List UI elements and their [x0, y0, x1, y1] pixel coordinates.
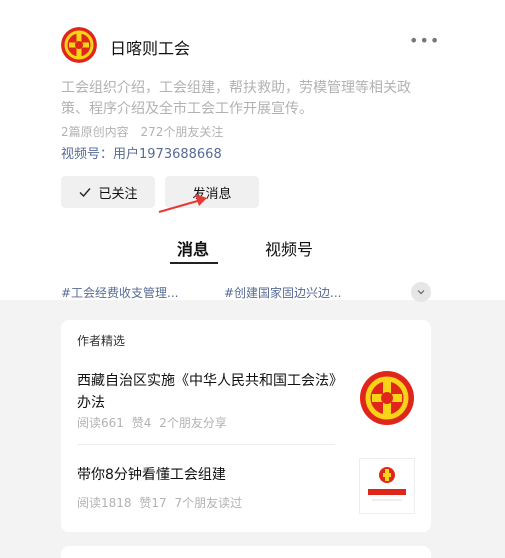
- followed-button[interactable]: 已关注: [61, 176, 155, 208]
- account-stats: 2篇原创内容 272个朋友关注: [61, 123, 223, 140]
- article-thumbnail: [359, 458, 415, 514]
- followed-label: 已关注: [98, 186, 138, 202]
- hashtag-item[interactable]: #创建国家固边兴边...: [224, 284, 342, 301]
- tab-messages[interactable]: 消息: [177, 236, 209, 260]
- article-title: 西藏自治区实施《中华人民共和国工会法》办法: [77, 373, 343, 411]
- hashtag-row: #工会经费收支管理... #创建国家固边兴边...: [61, 282, 431, 304]
- read-count: 阅读661: [77, 416, 124, 430]
- article-item[interactable]: 西藏自治区实施《中华人民共和国工会法》办法 阅读661 赞4 2个朋友分享: [77, 370, 417, 444]
- original-count: 2篇原创内容: [61, 125, 129, 139]
- friends-follow-count: 272个朋友关注: [140, 125, 224, 139]
- article-divider: [77, 444, 335, 445]
- union-logo-avatar[interactable]: [61, 27, 97, 63]
- hashtag-item[interactable]: #工会经费收支管理...: [61, 284, 179, 301]
- article-meta: 阅读661 赞4 2个朋友分享: [77, 414, 227, 431]
- featured-articles-card: 作者精选 西藏自治区实施《中华人民共和国工会法》办法 阅读661 赞4 2个朋友…: [61, 320, 431, 532]
- more-options-icon[interactable]: •••: [409, 31, 439, 55]
- video-channel-link[interactable]: 视频号：用户1973688668: [61, 143, 222, 162]
- article-item[interactable]: 带你8分钟看懂工会组建 阅读1818 赞17 7个朋友读过: [77, 458, 417, 524]
- like-count: 赞17: [139, 496, 167, 510]
- featured-title: 作者精选: [77, 334, 126, 348]
- article-title: 带你8分钟看懂工会组建: [77, 467, 226, 483]
- next-card: [61, 546, 431, 558]
- read-count: 阅读1818: [77, 496, 132, 510]
- expand-hashtags-button[interactable]: [411, 282, 431, 302]
- account-header: 日喀则工会 •••: [61, 27, 441, 63]
- friends-read: 7个朋友读过: [174, 496, 243, 510]
- active-tab-indicator: [170, 262, 218, 264]
- account-description: 工会组织介绍，工会组建，帮扶救助，劳模管理等相关政策、程序介绍及全市工会工作开展…: [61, 80, 411, 117]
- like-count: 赞4: [131, 416, 152, 430]
- content-tabs: 消息 视频号: [0, 236, 505, 266]
- chevron-down-icon: [417, 290, 425, 295]
- tab-video-channel[interactable]: 视频号: [265, 236, 313, 260]
- article-thumbnail: [359, 370, 415, 426]
- red-arrow-annotation: [158, 194, 207, 213]
- article-meta: 阅读1818 赞17 7个朋友读过: [77, 494, 242, 511]
- friends-share: 2个朋友分享: [159, 416, 227, 430]
- account-name: 日喀则工会: [110, 39, 191, 58]
- check-icon: [79, 188, 92, 198]
